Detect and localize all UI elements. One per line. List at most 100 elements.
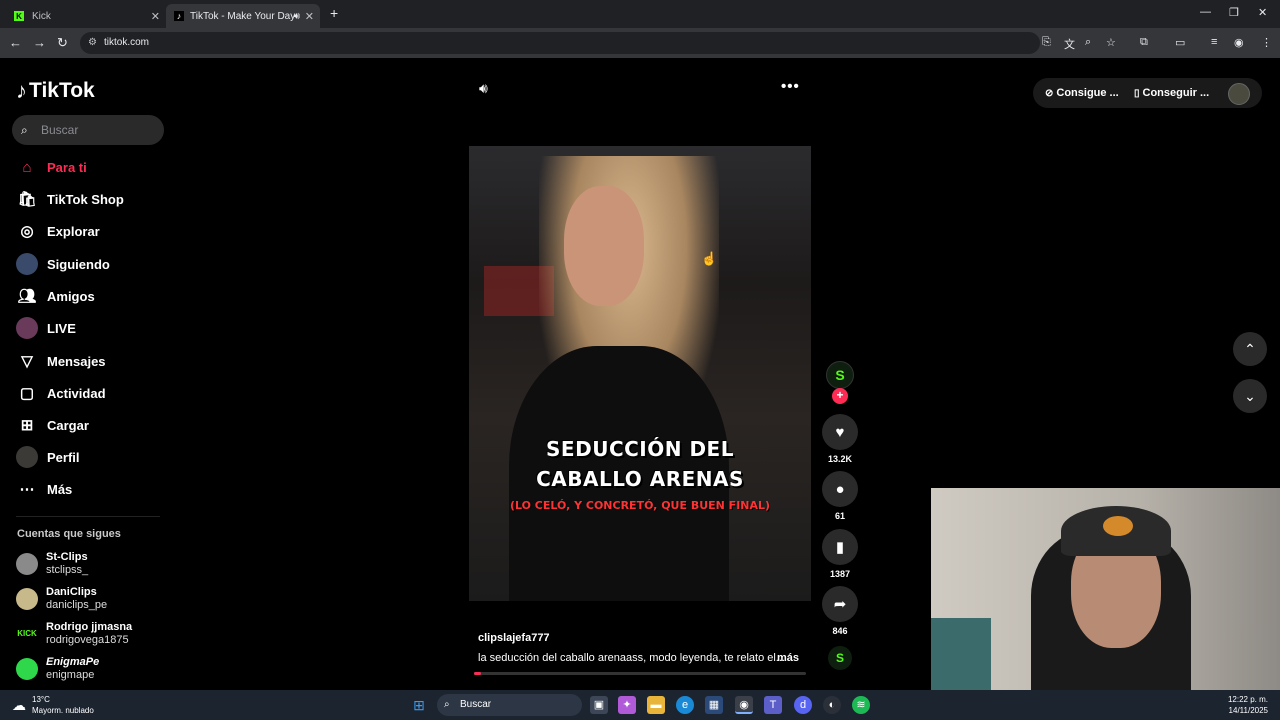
sidebar-item-live[interactable]: LIVE (16, 316, 76, 340)
store-icon[interactable]: ▦ (705, 696, 723, 714)
more-options-icon[interactable]: ••• (781, 78, 800, 95)
chrome-icon[interactable]: ◉ (735, 696, 753, 714)
sidebar-item-label: Perfil (47, 449, 80, 465)
sidebar-item-cargar[interactable]: ⊞ Cargar (16, 413, 89, 437)
windows-taskbar: ☁ 13°C Mayorm. nublado ⊞ ⌕ Buscar ▣ ✦ ▬ … (0, 690, 1280, 720)
edge-icon[interactable]: e (676, 696, 694, 714)
sidebar-item-explorar[interactable]: ◎ Explorar (16, 219, 99, 243)
follow-plus-button[interactable]: + (832, 388, 848, 404)
zoom-icon[interactable]: ⌕ (1085, 36, 1091, 49)
comment-icon[interactable]: ● (822, 471, 858, 507)
minimize-icon[interactable]: — (1200, 6, 1211, 18)
share-icon[interactable]: ➦ (822, 586, 858, 622)
windows-start-icon[interactable]: ⊞ (410, 696, 428, 714)
restore-icon[interactable]: ❐ (1229, 6, 1239, 19)
clock-time: 12:22 p. m. (1227, 695, 1268, 704)
previous-video-button[interactable]: ⌃ (1233, 332, 1267, 366)
sidebar-item-para-ti[interactable]: ⌂ Para ti (16, 155, 87, 179)
creator-avatar[interactable]: S (826, 361, 854, 389)
clock-date: 14/11/2025 (1228, 706, 1268, 715)
coin-icon: ⊘ (1045, 88, 1054, 99)
bookmark-star-icon[interactable]: ☆ (1106, 36, 1116, 49)
video-overlay-title: CABALLO ARENAS (536, 467, 744, 491)
copilot-icon[interactable]: ✦ (618, 696, 636, 714)
following-account[interactable]: EnigmaPe enigmape (16, 655, 99, 683)
back-icon[interactable]: ← (9, 35, 22, 50)
save-action[interactable]: ▮ 1387 (822, 529, 858, 579)
sidebar-item-siguiendo[interactable]: Siguiendo (16, 252, 110, 276)
close-icon[interactable]: ✕ (151, 10, 160, 23)
sidebar-item-amigos[interactable]: 👥︎ Amigos (16, 284, 94, 308)
kick-avatar-icon: KICK (16, 623, 38, 645)
get-coins-button[interactable]: ⊘ Consigue ... (1033, 78, 1133, 108)
avatar (16, 588, 38, 610)
next-video-button[interactable]: ⌄ (1233, 379, 1267, 413)
browser-profile-icon[interactable]: ◉ (1234, 36, 1244, 49)
forward-icon[interactable]: → (33, 35, 46, 50)
sidebar-item-label: TikTok Shop (47, 191, 124, 207)
install-icon[interactable]: ⎘ (1042, 36, 1051, 49)
sidebar-item-mensajes[interactable]: ▽ Mensajes (16, 349, 105, 373)
video-overlay-subtitle: (LO CELÓ, Y CONCRETÓ, QUE BUEN FINAL) (509, 499, 771, 512)
bookmark-icon[interactable]: ▮ (822, 529, 858, 565)
tab-tiktok[interactable]: ♪ TikTok - Make Your Day 🔊︎ ✕ (166, 4, 320, 28)
media-icon[interactable]: ≡ (1211, 36, 1217, 48)
heart-icon[interactable]: ♥ (822, 414, 858, 450)
comment-action[interactable]: ● 61 (822, 471, 858, 521)
save-count: 1387 (829, 569, 851, 579)
account-handle: stclipss_ (46, 564, 89, 576)
sidebar-item-mas[interactable]: ⋯ Más (16, 477, 73, 501)
new-tab-icon[interactable]: + (330, 5, 338, 21)
tab-kick[interactable]: K Kick ✕ (6, 4, 166, 28)
get-coins-label: Consigue ... (1056, 87, 1119, 99)
caption-more-button[interactable]: más (777, 652, 799, 664)
sidebar-item-label: Actividad (47, 385, 106, 401)
video-username[interactable]: clipslajefa777 (478, 632, 550, 644)
close-icon[interactable]: ✕ (305, 10, 314, 23)
translate-icon[interactable]: 文 (1064, 36, 1075, 52)
sidebar-item-label: LIVE (47, 320, 76, 336)
spotify-icon[interactable]: ≋ (852, 696, 870, 714)
following-account[interactable]: St-Clips stclipss_ (16, 550, 88, 578)
divider (16, 516, 160, 517)
obs-icon[interactable]: ◐ (823, 696, 841, 714)
extensions-icon[interactable]: ⧉ (1140, 36, 1148, 49)
reload-icon[interactable]: ↻ (57, 35, 68, 51)
account-name: St-Clips (46, 551, 88, 563)
music-disc-avatar[interactable]: S (828, 646, 852, 670)
teams-icon[interactable]: T (764, 696, 782, 714)
browser-menu-icon[interactable]: ⋮ (1261, 36, 1272, 49)
following-account[interactable]: KICK Rodrigo jjmasna rodrigovega1875 (16, 620, 132, 648)
taskbar-clock[interactable]: 12:22 p. m. 14/11/2025 (1228, 694, 1268, 716)
volume-icon[interactable]: 🔊︎ (479, 80, 488, 97)
window-close-icon[interactable]: ✕ (1258, 6, 1267, 19)
site-info-icon[interactable]: ⚙ (88, 32, 97, 54)
video-player[interactable]: SEDUCCIÓN DEL CABALLO ARENAS (LO CELÓ, Y… (469, 146, 811, 601)
tab-label: Kick (32, 10, 51, 22)
profile-avatar[interactable] (1228, 83, 1250, 105)
following-account[interactable]: DaniClips daniclips_pe (16, 585, 107, 613)
like-action[interactable]: ♥ 13.2K (822, 414, 858, 464)
sidebar-item-tiktok-shop[interactable]: 🛍︎ TikTok Shop (16, 187, 124, 211)
task-view-icon[interactable]: ▣ (590, 696, 608, 714)
video-progress-bar[interactable] (474, 672, 806, 675)
like-count: 13.2K (827, 454, 853, 464)
share-action[interactable]: ➦ 846 (822, 586, 858, 636)
account-name: DaniClips (46, 586, 97, 598)
taskbar-search[interactable]: ⌕ Buscar (437, 694, 582, 716)
discord-icon[interactable]: d (794, 696, 812, 714)
taskbar-search-label: Buscar (460, 699, 492, 710)
sidebar-item-label: Más (47, 481, 73, 497)
sidepanel-icon[interactable]: ▭ (1175, 36, 1185, 49)
speaker-icon[interactable]: 🔊︎ (294, 11, 300, 22)
url-field[interactable]: ⚙ tiktok.com (80, 32, 1040, 54)
comment-count: 61 (834, 511, 845, 521)
file-explorer-icon[interactable]: ▬ (647, 696, 665, 714)
search-icon: ⌕ (444, 699, 450, 710)
search-input[interactable]: ⌕ Buscar (12, 115, 164, 145)
tiktok-logo[interactable]: ♪ TikTok (16, 78, 95, 104)
sidebar-item-perfil[interactable]: Perfil (16, 445, 80, 469)
sidebar-item-actividad[interactable]: ▢ Actividad (16, 381, 106, 405)
sidebar-item-label: Para ti (47, 159, 87, 175)
weather-widget[interactable]: ☁ 13°C Mayorm. nublado (12, 694, 94, 716)
